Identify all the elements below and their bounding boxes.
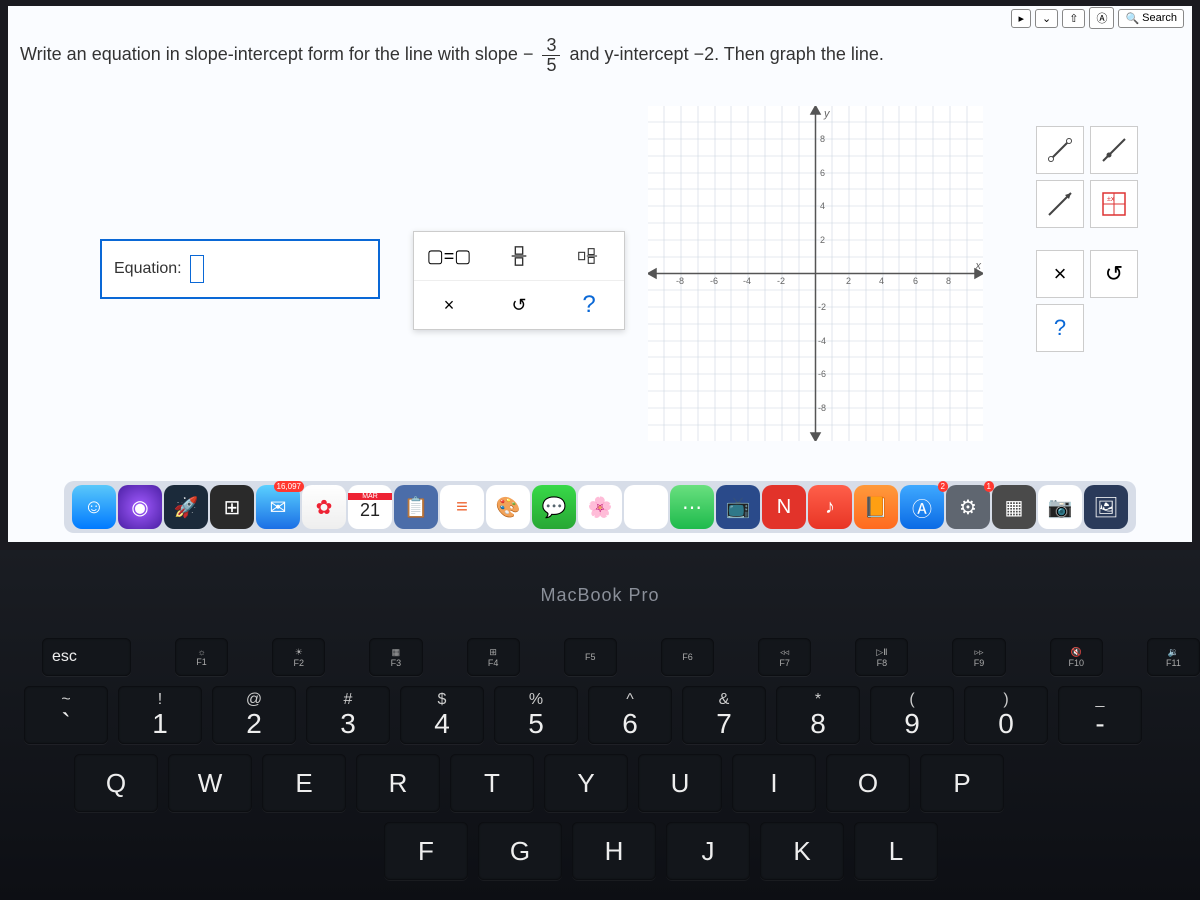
dock-calendar[interactable]: MAR21 xyxy=(348,485,392,529)
key-f5[interactable]: F5 xyxy=(564,638,617,676)
key-i[interactable]: I xyxy=(732,754,816,812)
key-k[interactable]: K xyxy=(760,822,844,880)
equation-field[interactable]: Equation: xyxy=(100,239,380,299)
key-3[interactable]: #3 xyxy=(306,686,390,744)
tool-help-button[interactable]: ? xyxy=(554,281,624,329)
key-o[interactable]: O xyxy=(826,754,910,812)
search-icon: 🔍 xyxy=(1125,12,1139,25)
x-axis-label: x xyxy=(976,260,982,272)
svg-text:±x: ±x xyxy=(1107,196,1115,203)
key-f9[interactable]: ▹▹F9 xyxy=(952,638,1005,676)
dock-music[interactable]: ♪ xyxy=(808,485,852,529)
tool-line3-button[interactable] xyxy=(1036,180,1084,228)
keyboard: esc ☼F1 ☀F2 ▦F3 ⊞F4 F5 F6 ◃◃F7 ▷ⅡF8 ▹▹F9… xyxy=(24,638,1200,890)
key-f3[interactable]: ▦F3 xyxy=(369,638,422,676)
dock-app9[interactable]: 📷 xyxy=(1038,485,1082,529)
dock-finder[interactable]: ☺ xyxy=(72,485,116,529)
accessibility-button[interactable]: Ⓐ xyxy=(1089,7,1114,29)
key-w[interactable]: W xyxy=(168,754,252,812)
key-f4[interactable]: ⊞F4 xyxy=(467,638,520,676)
key-f11[interactable]: 🔉F11 xyxy=(1147,638,1200,676)
macbook-label: MacBook Pro xyxy=(540,585,659,606)
key-q[interactable]: Q xyxy=(74,754,158,812)
dock-app7[interactable]: N xyxy=(762,485,806,529)
tool-line-button[interactable] xyxy=(1036,126,1084,174)
tool-mixed-fraction-button[interactable] xyxy=(554,232,624,280)
key-minus[interactable]: _- xyxy=(1058,686,1142,744)
dock-app10[interactable]: 🖼 xyxy=(1084,485,1128,529)
key-f2[interactable]: ☀F2 xyxy=(272,638,325,676)
key-f[interactable]: F xyxy=(384,822,468,880)
tool-line2-button[interactable] xyxy=(1090,126,1138,174)
dock-books[interactable]: 📙 xyxy=(854,485,898,529)
macos-dock: ☺ ◉ 🚀 ⊞ ✉16,097 ✿ MAR21 📋 ≡ 🎨 💬 🌸 ⊙ ⋯ 📺 … xyxy=(64,481,1136,533)
dock-app4[interactable]: ⊙ xyxy=(624,485,668,529)
key-g[interactable]: G xyxy=(478,822,562,880)
key-0[interactable]: )0 xyxy=(964,686,1048,744)
dock-reminders[interactable]: ≡ xyxy=(440,485,484,529)
tool-region-button[interactable]: ±x xyxy=(1090,180,1138,228)
key-u[interactable]: U xyxy=(638,754,722,812)
right-toolbar: ±x × ↺ ? xyxy=(1036,126,1188,352)
key-1[interactable]: !1 xyxy=(118,686,202,744)
key-9[interactable]: (9 xyxy=(870,686,954,744)
key-l[interactable]: L xyxy=(854,822,938,880)
dock-app1[interactable]: ⊞ xyxy=(210,485,254,529)
right-help-button[interactable]: ? xyxy=(1036,304,1084,352)
coordinate-plane[interactable]: y x -8 -6 -4 -2 2 4 6 8 8 6 4 2 -2 -4 -6… xyxy=(648,106,983,441)
right-cancel-button[interactable]: × xyxy=(1036,250,1084,298)
equation-toolbar: ▢=▢ × ↺ ? xyxy=(413,231,625,330)
dock-app2[interactable]: 📋 xyxy=(394,485,438,529)
tool-fraction-button[interactable] xyxy=(484,232,554,280)
key-p[interactable]: P xyxy=(920,754,1004,812)
y-axis-label: y xyxy=(824,108,830,120)
key-7[interactable]: &7 xyxy=(682,686,766,744)
dock-siri[interactable]: ◉ xyxy=(118,485,162,529)
tool-undo-button[interactable]: ↺ xyxy=(484,281,554,329)
key-8[interactable]: *8 xyxy=(776,686,860,744)
dock-mail[interactable]: ✉16,097 xyxy=(256,485,300,529)
forward-hist-button[interactable]: ▸ xyxy=(1011,9,1031,28)
key-f8[interactable]: ▷ⅡF8 xyxy=(855,638,908,676)
tool-cancel-button[interactable]: × xyxy=(414,281,484,329)
share-button[interactable]: ⇧ xyxy=(1062,9,1085,28)
key-y[interactable]: Y xyxy=(544,754,628,812)
dock-appstore[interactable]: Ⓐ2 xyxy=(900,485,944,529)
dock-photos-app[interactable]: ✿ xyxy=(302,485,346,529)
right-undo-button[interactable]: ↺ xyxy=(1090,250,1138,298)
key-2[interactable]: @2 xyxy=(212,686,296,744)
key-backtick[interactable]: ~` xyxy=(24,686,108,744)
dock-launchpad[interactable]: 🚀 xyxy=(164,485,208,529)
key-h[interactable]: H xyxy=(572,822,656,880)
tool-eq-button[interactable]: ▢=▢ xyxy=(414,232,484,280)
key-r[interactable]: R xyxy=(356,754,440,812)
dock-photos[interactable]: 🌸 xyxy=(578,485,622,529)
dock-messages[interactable]: 💬 xyxy=(532,485,576,529)
key-f6[interactable]: F6 xyxy=(661,638,714,676)
equation-cursor xyxy=(190,255,204,283)
equation-label: Equation: xyxy=(114,260,182,278)
dock-settings[interactable]: ⚙1 xyxy=(946,485,990,529)
key-4[interactable]: $4 xyxy=(400,686,484,744)
search-label: Search xyxy=(1142,12,1177,24)
dock-app8[interactable]: ▦ xyxy=(992,485,1036,529)
search-input[interactable]: 🔍 Search xyxy=(1118,9,1184,28)
key-5[interactable]: %5 xyxy=(494,686,578,744)
question-text: Write an equation in slope-intercept for… xyxy=(20,36,884,75)
key-e[interactable]: E xyxy=(262,754,346,812)
dock-app5[interactable]: ⋯ xyxy=(670,485,714,529)
key-esc[interactable]: esc xyxy=(42,638,131,676)
dock-app6[interactable]: 📺 xyxy=(716,485,760,529)
key-f10[interactable]: 🔇F10 xyxy=(1050,638,1103,676)
chevron-down-icon[interactable]: ⌄ xyxy=(1035,9,1058,28)
key-f1[interactable]: ☼F1 xyxy=(175,638,228,676)
key-f7[interactable]: ◃◃F7 xyxy=(758,638,811,676)
key-t[interactable]: T xyxy=(450,754,534,812)
key-6[interactable]: ^6 xyxy=(588,686,672,744)
key-j[interactable]: J xyxy=(666,822,750,880)
dock-app3[interactable]: 🎨 xyxy=(486,485,530,529)
